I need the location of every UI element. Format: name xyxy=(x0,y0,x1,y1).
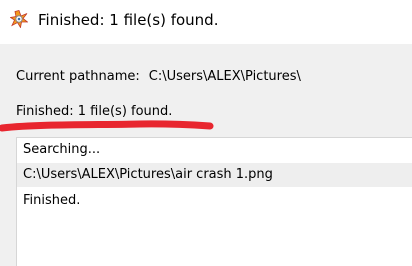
log-row[interactable]: Finished. xyxy=(17,189,412,213)
status-text: Finished: 1 file(s) found. xyxy=(16,104,173,119)
red-highlight-stroke xyxy=(0,120,214,132)
pathname-label: Current pathname: xyxy=(16,69,140,84)
log-row[interactable]: C:\Users\ALEX\Pictures\air crash 1.png xyxy=(17,163,412,187)
app-window: Finished: 1 file(s) found. Current pathn… xyxy=(0,0,412,266)
pathname-value: C:\Users\ALEX\Pictures\ xyxy=(148,69,301,84)
log-row-text: Searching... xyxy=(23,142,101,157)
current-pathname: Current pathname: C:\Users\ALEX\Pictures\ xyxy=(16,68,301,86)
log-row[interactable]: Searching... xyxy=(17,138,412,162)
title-bar[interactable]: Finished: 1 file(s) found. xyxy=(0,0,412,44)
window-title: Finished: 1 file(s) found. xyxy=(38,11,219,29)
search-log-list[interactable]: Searching... C:\Users\ALEX\Pictures\air … xyxy=(16,137,412,266)
searchmyfiles-icon xyxy=(10,10,28,28)
log-row-text: Finished. xyxy=(23,193,81,208)
log-row-text: C:\Users\ALEX\Pictures\air crash 1.png xyxy=(23,167,273,182)
